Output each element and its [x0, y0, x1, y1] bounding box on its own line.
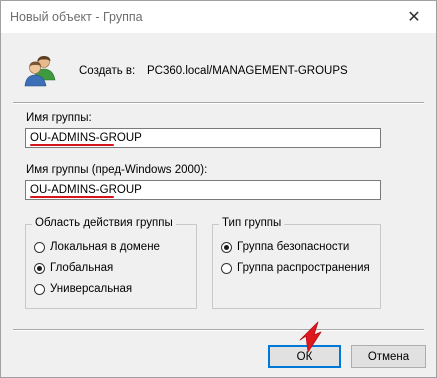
group-scope-title: Область действия группы — [32, 217, 176, 229]
radio-button[interactable] — [34, 262, 45, 274]
type-option-distribution[interactable]: Группа распространения — [221, 262, 370, 274]
window-title: Новый объект - Группа — [10, 10, 143, 24]
create-in-label: Создать в: — [79, 65, 136, 77]
group-name-pre2000-label: Имя группы (пред-Windows 2000): — [26, 164, 208, 176]
radio-label: Глобальная — [50, 262, 114, 274]
divider — [13, 102, 424, 104]
group-users-icon — [24, 56, 56, 87]
annotation-underline — [30, 196, 114, 198]
close-icon: ✕ — [407, 9, 421, 26]
group-type-box: Тип группы Группа безопасности Группа ра… — [212, 217, 381, 309]
radio-label: Локальная в домене — [50, 241, 160, 253]
scope-option-universal[interactable]: Универсальная — [34, 283, 132, 295]
radio-label: Группа распространения — [237, 262, 370, 274]
type-option-security[interactable]: Группа безопасности — [221, 241, 349, 253]
group-scope-box: Область действия группы Локальная в доме… — [25, 217, 197, 309]
create-in-path: PC360.local/MANAGEMENT-GROUPS — [147, 65, 348, 77]
cancel-button-label: Отмена — [367, 350, 410, 363]
group-name-label: Имя группы: — [26, 112, 92, 124]
radio-button[interactable] — [34, 283, 45, 295]
title-bar[interactable]: Новый объект - Группа ✕ — [1, 1, 436, 33]
radio-selected-dot — [37, 265, 42, 271]
close-button[interactable]: ✕ — [392, 1, 436, 33]
scope-option-domain-local[interactable]: Локальная в домене — [34, 241, 160, 253]
radio-selected-dot — [224, 244, 229, 250]
radio-label: Универсальная — [50, 283, 133, 295]
new-group-dialog: Новый объект - Группа ✕ Создать в: PC360… — [0, 0, 437, 378]
cancel-button[interactable]: Отмена — [351, 345, 426, 368]
annotation-arrow-icon — [299, 321, 322, 353]
group-type-title: Тип группы — [219, 217, 285, 229]
annotation-underline — [30, 144, 114, 146]
radio-button[interactable] — [34, 241, 45, 253]
radio-button[interactable] — [221, 262, 232, 274]
radio-label: Группа безопасности — [237, 241, 350, 253]
divider — [13, 329, 424, 331]
radio-button[interactable] — [221, 241, 232, 253]
scope-option-global[interactable]: Глобальная — [34, 262, 113, 274]
